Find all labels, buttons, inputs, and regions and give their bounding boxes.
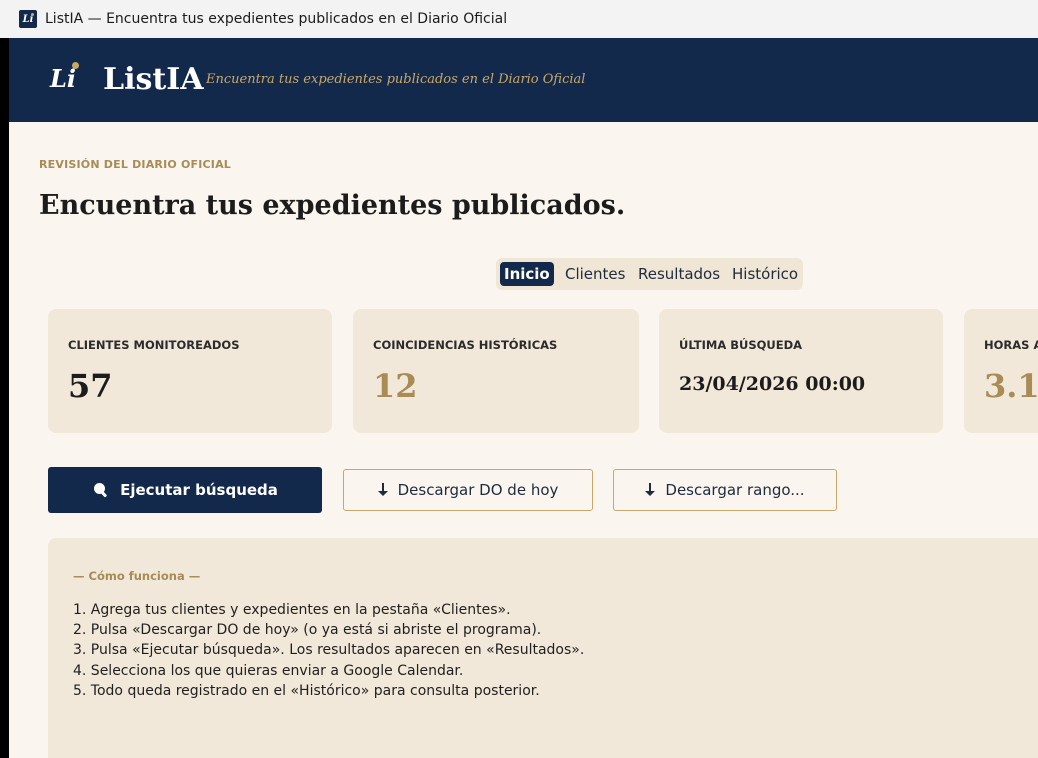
window-titlebar: Li ListIA — Encuentra tus expedientes pu…: [0, 0, 1038, 38]
app-header: Li ListIA Encuentra tus expedientes publ…: [9, 38, 1038, 122]
stat-label: COINCIDENCIAS HISTÓRICAS: [373, 338, 558, 352]
page-title: Encuentra tus expedientes publicados.: [39, 190, 626, 221]
app-icon: Li: [19, 10, 37, 28]
stat-value: 57: [68, 367, 113, 405]
stat-label: CLIENTES MONITOREADOS: [68, 338, 240, 352]
logo-mark: Li: [50, 64, 76, 93]
stat-label: ÚLTIMA BÚSQUEDA: [679, 338, 803, 352]
list-item: 2. Pulsa «Descargar DO de hoy» (o ya est…: [73, 622, 542, 639]
tab-clientes[interactable]: Clientes: [565, 262, 625, 286]
app-icon-text: Li: [22, 13, 34, 25]
stat-card-horas: HORAS AH 3.1: [964, 309, 1038, 433]
how-it-works-panel: — Cómo funciona — 1. Agrega tus clientes…: [48, 538, 1038, 758]
stat-value: 3.1: [984, 367, 1038, 405]
download-arrow-icon: [645, 483, 656, 497]
list-item: 5. Todo queda registrado en el «Históric…: [73, 682, 540, 699]
tab-resultados[interactable]: Resultados: [638, 262, 720, 286]
brand-tagline: Encuentra tus expedientes publicados en …: [206, 72, 586, 87]
stat-value: 12: [373, 367, 418, 405]
tab-historico[interactable]: Histórico: [732, 262, 798, 286]
magnifier-icon: [92, 481, 110, 499]
stat-value: 23/04/2026 00:00: [679, 373, 866, 395]
download-range-button[interactable]: Descargar rango...: [613, 469, 837, 511]
download-today-button[interactable]: Descargar DO de hoy: [343, 469, 593, 511]
list-item: 3. Pulsa «Ejecutar búsqueda». Los result…: [73, 642, 585, 659]
list-item: 1. Agrega tus clientes y expedientes en …: [73, 602, 511, 618]
window-edge: [0, 38, 9, 758]
how-it-works-steps: 1. Agrega tus clientes y expedientes en …: [73, 600, 584, 701]
logo-dot: [72, 62, 79, 69]
brand-name: ListIA: [103, 62, 204, 97]
list-item: 4. Selecciona los que quieras enviar a G…: [73, 662, 464, 679]
stat-card-clientes: CLIENTES MONITOREADOS 57: [48, 309, 332, 433]
download-arrow-icon: [377, 483, 388, 497]
tab-inicio[interactable]: Inicio: [500, 262, 554, 286]
section-eyebrow: REVISIÓN DEL DIARIO OFICIAL: [39, 158, 232, 171]
how-it-works-title: — Cómo funciona —: [73, 569, 201, 583]
run-search-label: Ejecutar búsqueda: [120, 481, 278, 499]
window-title: ListIA — Encuentra tus expedientes publi…: [45, 11, 508, 27]
download-today-label: Descargar DO de hoy: [397, 481, 559, 499]
download-range-label: Descargar rango...: [665, 481, 805, 499]
stat-card-ultima-busqueda: ÚLTIMA BÚSQUEDA 23/04/2026 00:00: [659, 309, 943, 433]
stat-label: HORAS AH: [984, 338, 1038, 352]
tab-bar: Inicio Clientes Resultados Histórico: [496, 258, 803, 290]
stat-card-coincidencias: COINCIDENCIAS HISTÓRICAS 12: [353, 309, 639, 433]
run-search-button[interactable]: Ejecutar búsqueda: [48, 467, 322, 513]
